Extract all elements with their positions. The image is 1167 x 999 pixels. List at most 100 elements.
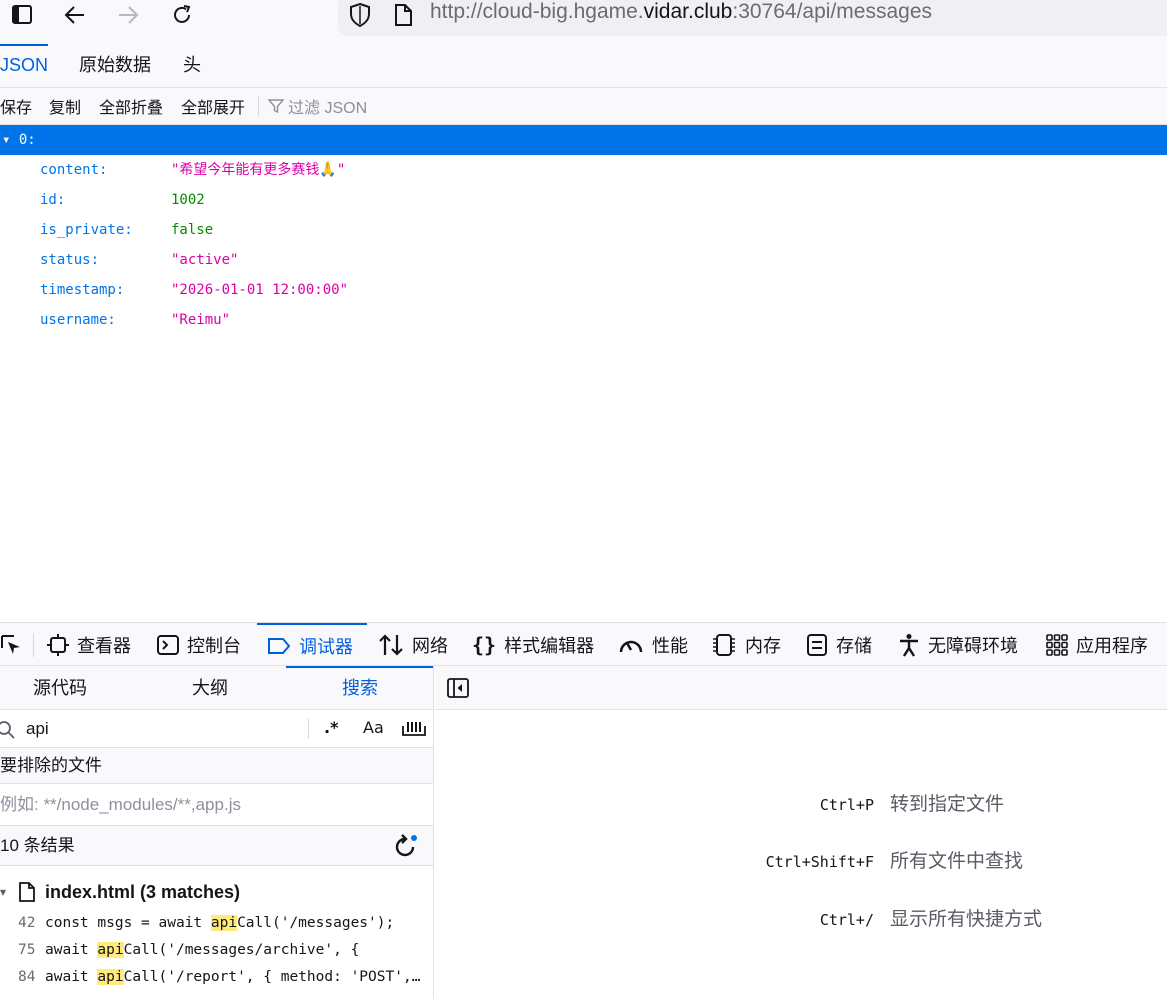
page-icon[interactable]	[392, 2, 414, 28]
shortcut-key: Ctrl+/	[819, 911, 874, 929]
tab-label: 查看器	[77, 636, 131, 656]
tab-raw-data[interactable]: 原始数据	[79, 44, 151, 88]
tab-label: 控制台	[187, 636, 241, 656]
exclude-files-input[interactable]: 例如: **/node_modules/**,app.js	[0, 784, 433, 826]
json-key: content:	[40, 162, 108, 178]
tab-json[interactable]: JSON	[0, 44, 49, 88]
url-bar[interactable]: http://cloud-big.hgame.vidar.club:30764/…	[338, 0, 1167, 36]
tab-debugger[interactable]: 调试器	[257, 623, 367, 667]
tab-label: 应用程序	[1076, 636, 1148, 656]
line-number: 84	[18, 969, 36, 985]
tab-label: 网络	[412, 636, 448, 656]
tab-search[interactable]: 搜索	[342, 666, 378, 710]
editor-header	[435, 666, 1167, 710]
collapse-all-button[interactable]: 全部折叠	[99, 94, 163, 118]
tab-performance[interactable]: 性能	[618, 623, 688, 667]
match-before: const msgs = await	[45, 915, 211, 931]
url-host: vidar.club	[643, 0, 733, 23]
match-after: Call('/messages');	[237, 915, 395, 931]
sidebar-toggle-button[interactable]	[4, 0, 40, 30]
cursor-pick-icon	[1, 635, 20, 654]
search-icon	[0, 721, 15, 739]
tab-style-editor[interactable]: {} 样式编辑器	[472, 623, 594, 667]
tab-storage[interactable]: 存储	[806, 623, 872, 667]
expand-arrow-icon[interactable]: ▾	[2, 132, 10, 148]
json-viewer-tabs: JSON 原始数据 头	[0, 44, 1167, 88]
json-key: username:	[40, 312, 116, 328]
regex-toggle-button[interactable]: .*	[324, 718, 338, 737]
json-value: "2026-01-01 12:00:00"	[171, 282, 349, 298]
element-picker-button[interactable]	[0, 623, 22, 667]
browser-toolbar: http://cloud-big.hgame.vidar.club:30764/…	[0, 0, 1167, 44]
shortcut-description: 显示所有快捷方式	[890, 909, 1043, 930]
filter-placeholder: 过滤 JSON	[288, 100, 368, 117]
tab-label: 存储	[836, 636, 872, 656]
toolbar-divider	[258, 96, 259, 116]
json-row-content[interactable]: content: "希望今年能有更多赛钱🙏"	[0, 155, 700, 185]
sidebar-icon	[12, 5, 32, 24]
tab-outline[interactable]: 大纲	[192, 666, 228, 710]
forward-button[interactable]	[110, 0, 146, 30]
back-button[interactable]	[57, 0, 93, 30]
tab-headers[interactable]: 头	[183, 44, 201, 88]
url-text[interactable]: http://cloud-big.hgame.vidar.club:30764/…	[430, 0, 932, 24]
result-file-row[interactable]: ▾ index.html (3 matches)	[0, 876, 433, 908]
reload-button[interactable]	[164, 0, 200, 30]
match-before: await	[45, 942, 98, 958]
match-after: Call('/messages/archive', {	[123, 942, 360, 958]
json-value: false	[171, 222, 214, 238]
inspector-icon	[47, 634, 69, 656]
json-key: id:	[40, 192, 66, 208]
reload-icon	[174, 5, 191, 23]
save-button[interactable]: 保存	[0, 94, 32, 118]
braces-icon: {}	[472, 633, 497, 657]
devtools-divider	[33, 633, 34, 657]
toggle-sidebar-icon[interactable]	[447, 678, 469, 698]
tab-inspector[interactable]: 查看器	[47, 623, 131, 667]
search-input[interactable]	[26, 716, 301, 742]
search-match-row[interactable]: 42 const msgs = await apiCall('/messages…	[0, 910, 433, 937]
json-row-id[interactable]: id: 1002	[0, 185, 700, 215]
line-number: 42	[18, 915, 36, 931]
active-tab-indicator	[286, 666, 433, 668]
expand-all-button[interactable]: 全部展开	[181, 94, 245, 118]
search-divider	[308, 719, 309, 739]
whole-word-icon[interactable]	[402, 720, 426, 738]
debugger-icon	[268, 638, 291, 654]
tab-application[interactable]: 应用程序	[1046, 623, 1148, 667]
match-highlight: api	[97, 942, 124, 958]
match-before: await	[45, 969, 98, 985]
tab-sources[interactable]: 源代码	[33, 666, 87, 710]
json-value: 1002	[171, 192, 205, 208]
tab-label: 样式编辑器	[504, 636, 595, 656]
filter-icon	[268, 99, 284, 114]
copy-button[interactable]: 复制	[49, 94, 81, 118]
tab-memory[interactable]: 内存	[711, 623, 781, 667]
memory-chip-icon	[713, 634, 735, 656]
sidebar-tabs: 源代码 大纲 搜索	[0, 666, 433, 710]
result-count: 10 条结果	[0, 826, 433, 866]
shield-icon[interactable]	[348, 2, 372, 28]
expand-arrow-icon[interactable]: ▾	[0, 876, 6, 908]
tab-label: 性能	[652, 636, 688, 656]
shortcut-open-file: Ctrl+P 转到指定文件	[435, 790, 1167, 820]
result-file-name: index.html (3 matches)	[45, 882, 241, 902]
tab-network[interactable]: 网络	[378, 623, 448, 667]
json-row-is-private[interactable]: is_private: false	[0, 215, 700, 245]
search-match-row[interactable]: 84 await apiCall('/report', { method: 'P…	[0, 964, 433, 991]
json-root-row[interactable]: ▾ 0:	[0, 125, 1167, 155]
match-code: await apiCall('/report', { method: 'POST…	[45, 964, 429, 991]
json-row-timestamp[interactable]: timestamp: "2026-01-01 12:00:00"	[0, 275, 700, 305]
tab-accessibility[interactable]: 无障碍环境	[898, 623, 1018, 667]
json-root-label: 0:	[18, 132, 36, 148]
json-row-status[interactable]: status: "active"	[0, 245, 700, 275]
filter-json-input[interactable]: 过滤 JSON	[268, 94, 367, 118]
refresh-results-icon[interactable]	[393, 833, 419, 859]
search-match-row[interactable]: 75 await apiCall('/messages/archive', {	[0, 937, 433, 964]
exclude-files-label: 要排除的文件	[0, 748, 433, 784]
json-row-username[interactable]: username: "Reimu"	[0, 305, 700, 335]
debugger-editor-pane: Ctrl+P 转到指定文件 Ctrl+Shift+F 所有文件中查找 Ctrl+…	[435, 666, 1167, 999]
match-case-button[interactable]: Aa	[363, 718, 384, 737]
tab-console[interactable]: 控制台	[157, 623, 241, 667]
json-key: timestamp:	[40, 282, 125, 298]
